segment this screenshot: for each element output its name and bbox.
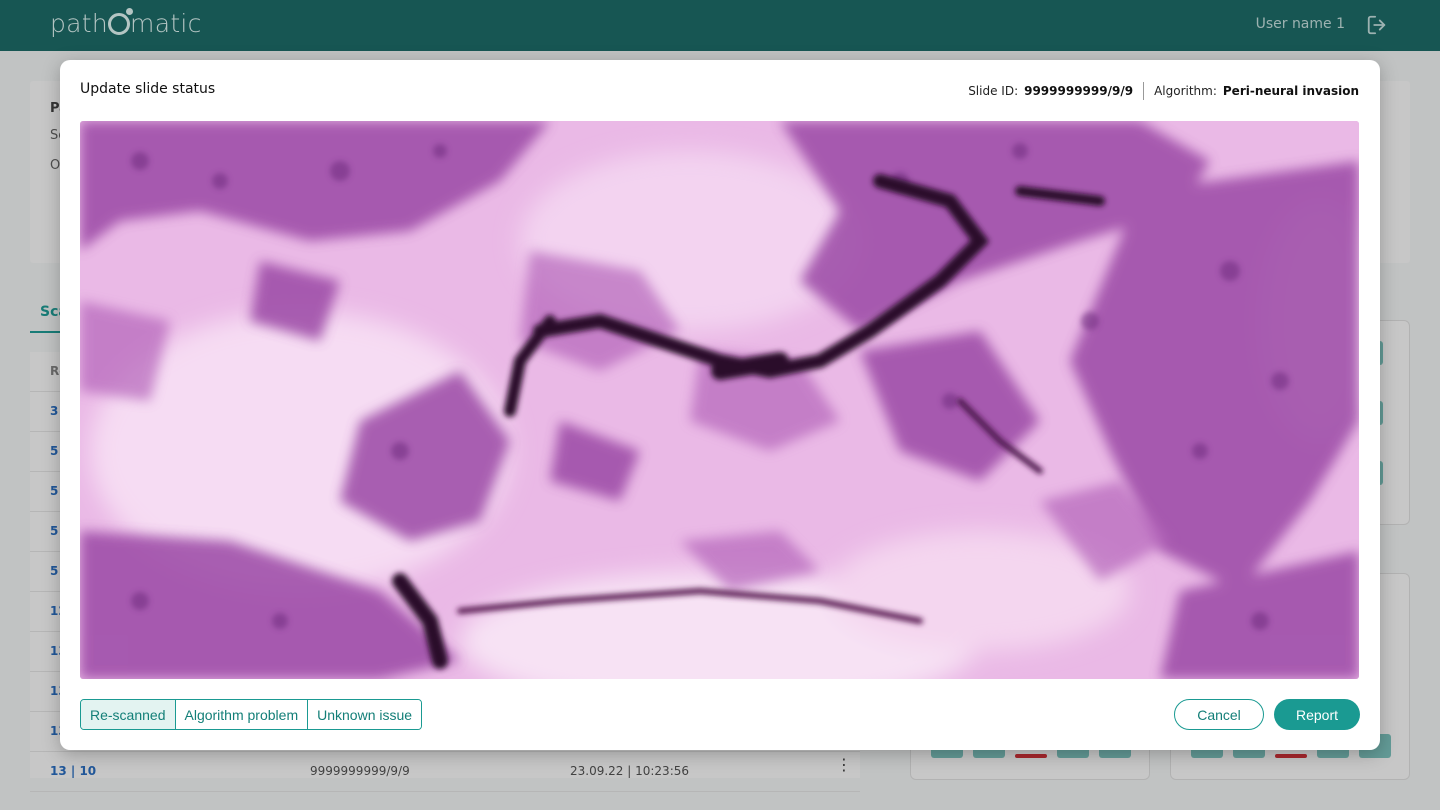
status-option-re-scanned[interactable]: Re-scanned [81,700,175,729]
slide-id-label: Slide ID: [968,84,1019,98]
slide-meta: Slide ID: 9999999999/9/9 Algorithm: Peri… [968,82,1359,100]
slide-thumbnail-image [80,121,1359,679]
meta-divider [1143,82,1145,100]
dialog-title: Update slide status [80,81,216,97]
update-slide-status-dialog: Update slide status Slide ID: 9999999999… [60,60,1380,750]
status-option-unknown-issue[interactable]: Unknown issue [307,700,422,729]
algorithm-label: Algorithm: [1154,84,1217,98]
slide-id-value: 9999999999/9/9 [1024,84,1134,98]
status-option-group: Re-scanned Algorithm problem Unknown issue [80,699,423,730]
cancel-button[interactable]: Cancel [1174,699,1264,730]
report-button[interactable]: Report [1274,699,1360,730]
algorithm-value: Peri-neural invasion [1222,84,1359,98]
status-option-algorithm-problem[interactable]: Algorithm problem [174,700,308,729]
